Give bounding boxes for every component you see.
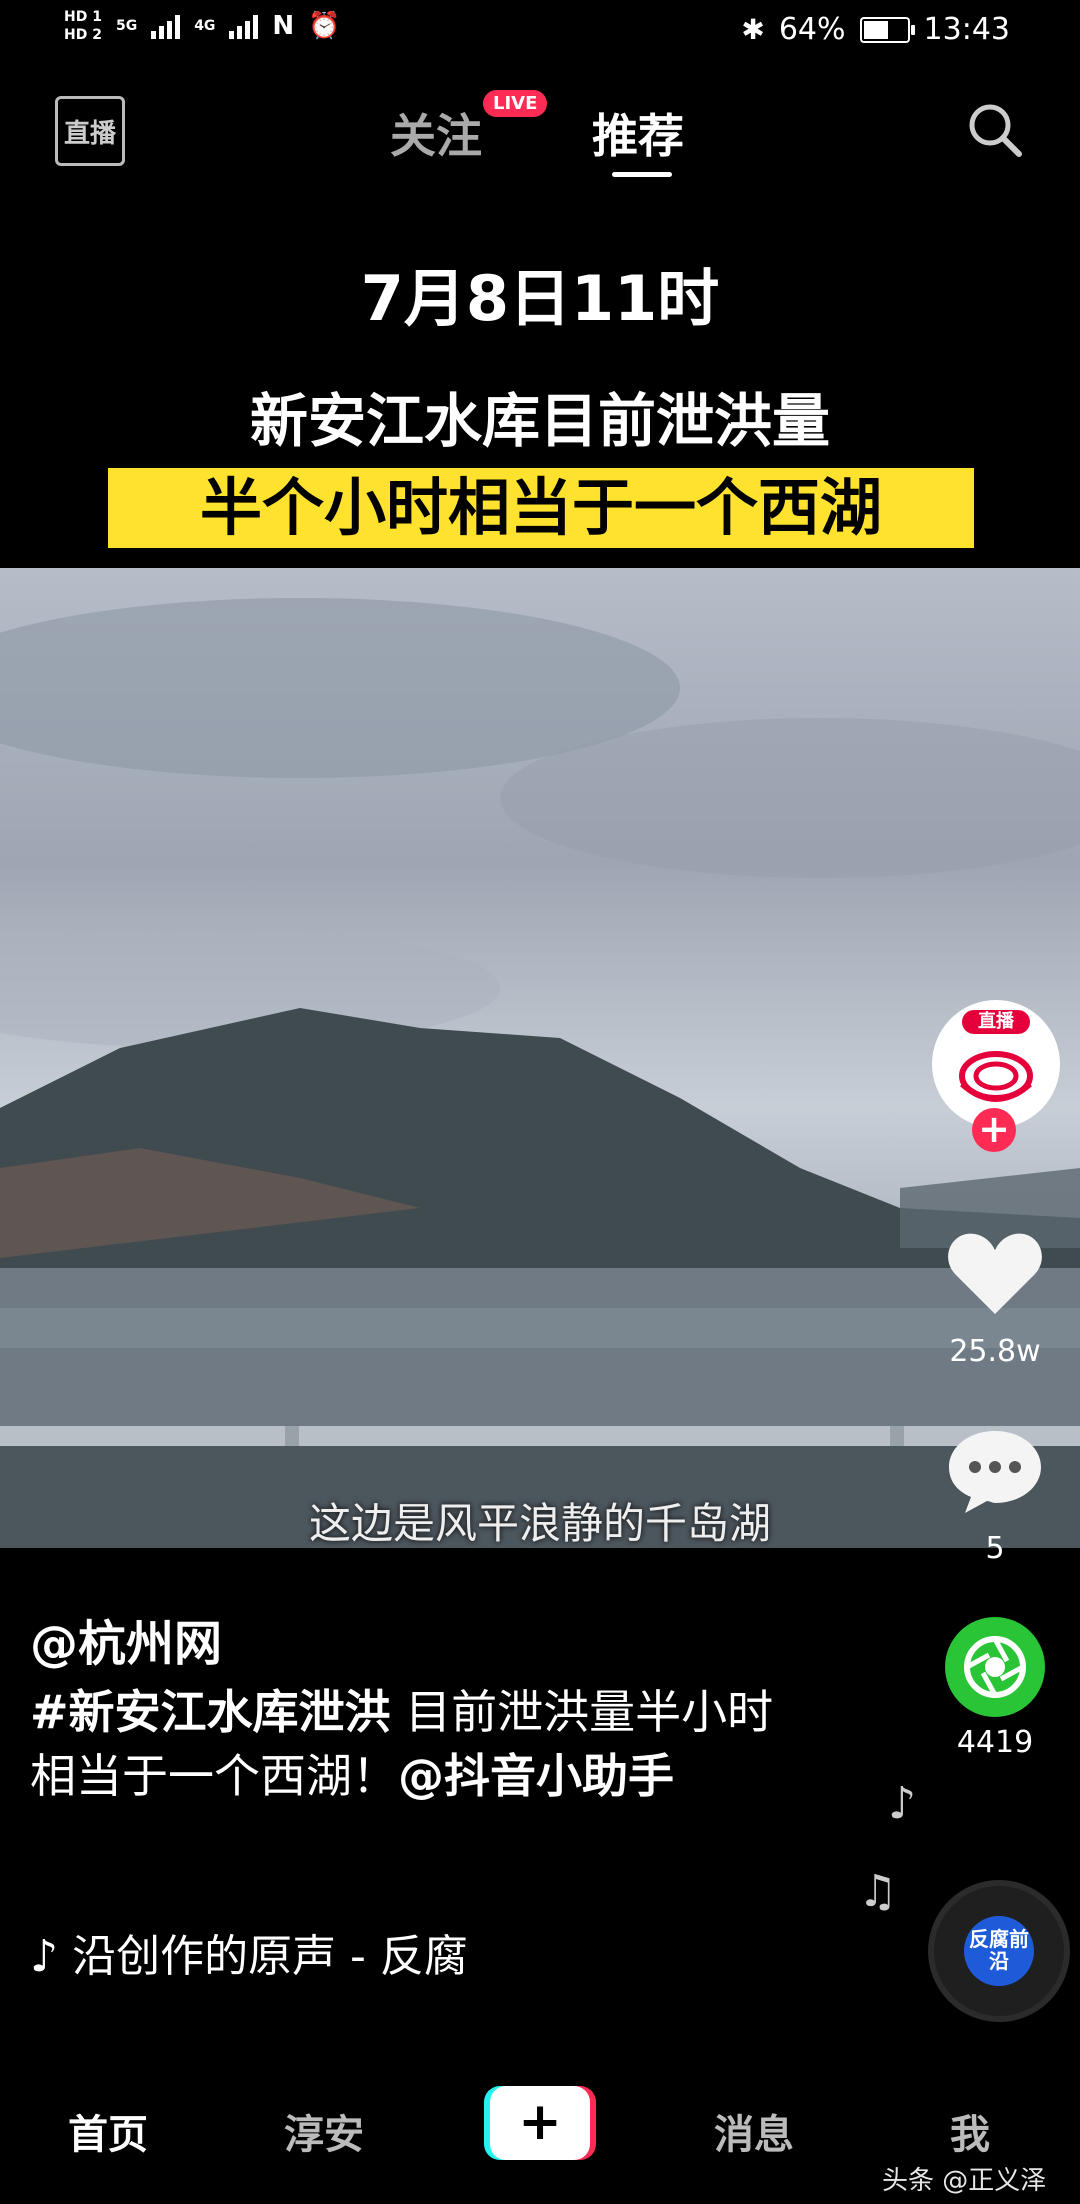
- video-subtitle: 这边是风平浪静的千岛湖: [308, 1499, 771, 1548]
- caption-mention[interactable]: @抖音小助手: [398, 1749, 674, 1803]
- music-note-icon: ♪: [888, 1778, 917, 1829]
- lake-scene-image: [0, 598, 1080, 1548]
- hd-indicator: HD 1 HD 2: [64, 8, 102, 44]
- live-entry-button[interactable]: 直播: [55, 96, 125, 166]
- status-right: ✱ 64% 13:43: [741, 12, 1010, 47]
- comment-icon: [949, 1431, 1041, 1513]
- live-badge: LIVE: [483, 90, 548, 117]
- signal-icon-2: [229, 13, 259, 39]
- signal-icon: [151, 13, 181, 39]
- author-name[interactable]: @杭州网: [30, 1604, 222, 1674]
- share-count: 4419: [956, 1725, 1034, 1760]
- hd2-label: HD 2: [64, 27, 102, 43]
- tab-follow[interactable]: 关注: [390, 100, 482, 166]
- nfc-icon: N: [272, 11, 295, 41]
- plus-icon: +: [490, 2086, 590, 2160]
- tab-me[interactable]: 我: [950, 2102, 990, 2160]
- bluetooth-icon: ✱: [741, 13, 765, 46]
- caption-hashtag[interactable]: #新安江水库泄洪: [30, 1685, 391, 1739]
- comment-button[interactable]: 5: [940, 1425, 1050, 1566]
- music-note-icon-2: ♫: [858, 1866, 898, 1917]
- clock: 13:43: [923, 12, 1010, 47]
- video-caption: #新安江水库泄洪 目前泄洪量半小时相当于一个西湖！@抖音小助手: [30, 1680, 800, 1808]
- share-button[interactable]: 4419: [940, 1617, 1050, 1760]
- battery-icon: [859, 16, 915, 43]
- follow-plus-button[interactable]: +: [972, 1108, 1016, 1152]
- live-entry-label: 直播: [63, 118, 116, 149]
- like-count: 25.8w: [949, 1334, 1041, 1369]
- comment-count: 5: [985, 1531, 1005, 1566]
- active-tab-indicator: [612, 172, 672, 177]
- source-watermark: 头条 @正义泽: [882, 2166, 1047, 2196]
- top-nav: 直播 关注 LIVE 推荐: [0, 80, 1080, 180]
- status-left: HD 1 HD 2 5G 4G N ⏰: [64, 8, 341, 44]
- video-title-highlight: 半个小时相当于一个西湖: [108, 468, 974, 548]
- tab-messages[interactable]: 消息: [714, 2102, 794, 2160]
- music-disc-cover: 反腐前沿: [964, 1916, 1034, 1986]
- video-frame[interactable]: [0, 568, 1080, 1548]
- music-disc-button[interactable]: 反腐前沿: [928, 1880, 1070, 2022]
- net1-label: 5G: [115, 18, 138, 34]
- wechat-moments-icon: [945, 1617, 1045, 1717]
- hd1-label: HD 1: [64, 9, 102, 25]
- battery-percent: 64%: [778, 12, 846, 47]
- net2-label: 4G: [194, 18, 216, 34]
- tab-local[interactable]: 淳安: [284, 2102, 364, 2160]
- alarm-icon: ⏰: [308, 11, 341, 41]
- tab-recommend[interactable]: 推荐: [592, 100, 684, 166]
- video-title-date: 7月8日11时: [360, 262, 720, 335]
- like-button[interactable]: 25.8w: [940, 1228, 1050, 1369]
- avatar-logo-icon: [959, 1051, 1033, 1102]
- create-button[interactable]: +: [484, 2086, 596, 2160]
- search-icon[interactable]: [965, 100, 1025, 160]
- heart-icon: [948, 1233, 1042, 1314]
- tab-home[interactable]: 首页: [68, 2102, 148, 2160]
- status-bar: HD 1 HD 2 5G 4G N ⏰ ✱ 64% 13:43: [0, 0, 1080, 64]
- music-info[interactable]: ♪ 沿创作的原声 - 反腐: [30, 1920, 468, 1984]
- video-title-main: 新安江水库目前泄洪量: [249, 387, 830, 455]
